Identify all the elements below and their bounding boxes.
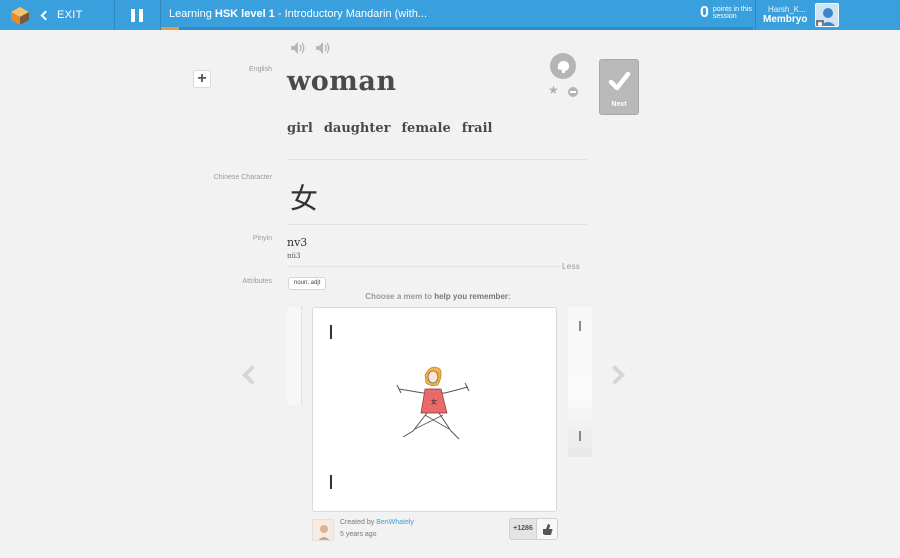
divider [287,224,587,225]
user-name[interactable]: Harsh_K... [768,5,806,14]
exit-label: EXIT [57,9,83,21]
course-title: Learning HSK level 1 - Introductory Mand… [169,8,428,20]
attributes-label: Attributes [242,278,272,285]
less-toggle[interactable]: Less [562,262,580,271]
chevron-left-icon [40,10,51,20]
chinese-character-label: Chinese Character [213,174,272,181]
attribute-tag: noun; adjt [288,277,327,290]
speaker-icon[interactable] [290,41,307,55]
session-progress-bar [161,27,753,30]
user-avatar-icon [816,4,838,26]
mem-card-marker [330,325,332,339]
upvote-button[interactable] [536,519,557,539]
divider [287,266,559,267]
chevron-right-icon[interactable] [605,365,625,385]
thumbs-up-icon [543,524,553,535]
alternative-word: frail [461,121,493,136]
previous-mem-card[interactable] [287,307,302,405]
ignore-icon[interactable] [568,87,578,97]
mem-drawing-woman: 女 [396,366,470,440]
next-mem-card[interactable] [568,307,592,457]
english-word: woman [287,66,397,97]
vote-count: +1286 [510,519,536,539]
creator-link[interactable]: BenWhately [376,519,414,526]
pause-button[interactable] [131,9,144,22]
creator-avatar-icon [313,520,333,540]
mem-toggle-button[interactable] [550,53,576,79]
top-bar: EXIT Learning HSK level 1 - Introductory… [0,0,900,30]
next-label: Next [611,101,627,108]
chevron-left-icon[interactable] [242,365,262,385]
choose-mem-prompt: Choose a mem to help you remember: [365,292,511,301]
alternative-word: daughter [323,121,391,136]
speaker-slow-icon[interactable] [315,41,332,55]
brain-icon [557,61,569,73]
divider [160,0,161,30]
mem-card-marker [330,475,332,489]
points-value: 0 [700,4,709,21]
divider [114,0,115,30]
points-label: points in this session [712,6,752,20]
english-label: English [249,66,272,73]
user-level: Membryo [763,14,808,25]
divider [287,159,587,160]
session-points: 0 points in this session [700,4,755,22]
alternative-word: female [401,121,451,136]
chinese-character: 女 [290,182,319,215]
pinyin-label: Pinyin [252,235,272,242]
pinyin-value: nv3 [287,236,308,249]
star-icon[interactable]: ★ [548,84,559,96]
mem-age: 5 years ago [340,531,377,538]
checkmark-icon [608,71,631,91]
mem-card[interactable]: 女 [312,307,557,512]
divider [755,0,756,30]
mem-credit: Created by BenWhately [340,519,414,526]
svg-text:女: 女 [431,398,437,406]
pinyin-diacritic: nü3 [287,252,301,260]
alternative-word: girl [287,121,313,136]
exit-button[interactable]: EXIT [40,0,83,30]
audio-controls [290,41,332,55]
mem-votes: +1286 [509,518,558,540]
memrise-logo-icon[interactable] [9,4,31,26]
session-progress-fill [161,27,179,30]
alternative-words: girl daughter female frail [287,121,492,136]
user-avatar[interactable] [815,3,839,27]
next-button[interactable]: Next [599,59,639,115]
creator-avatar[interactable] [312,519,334,541]
